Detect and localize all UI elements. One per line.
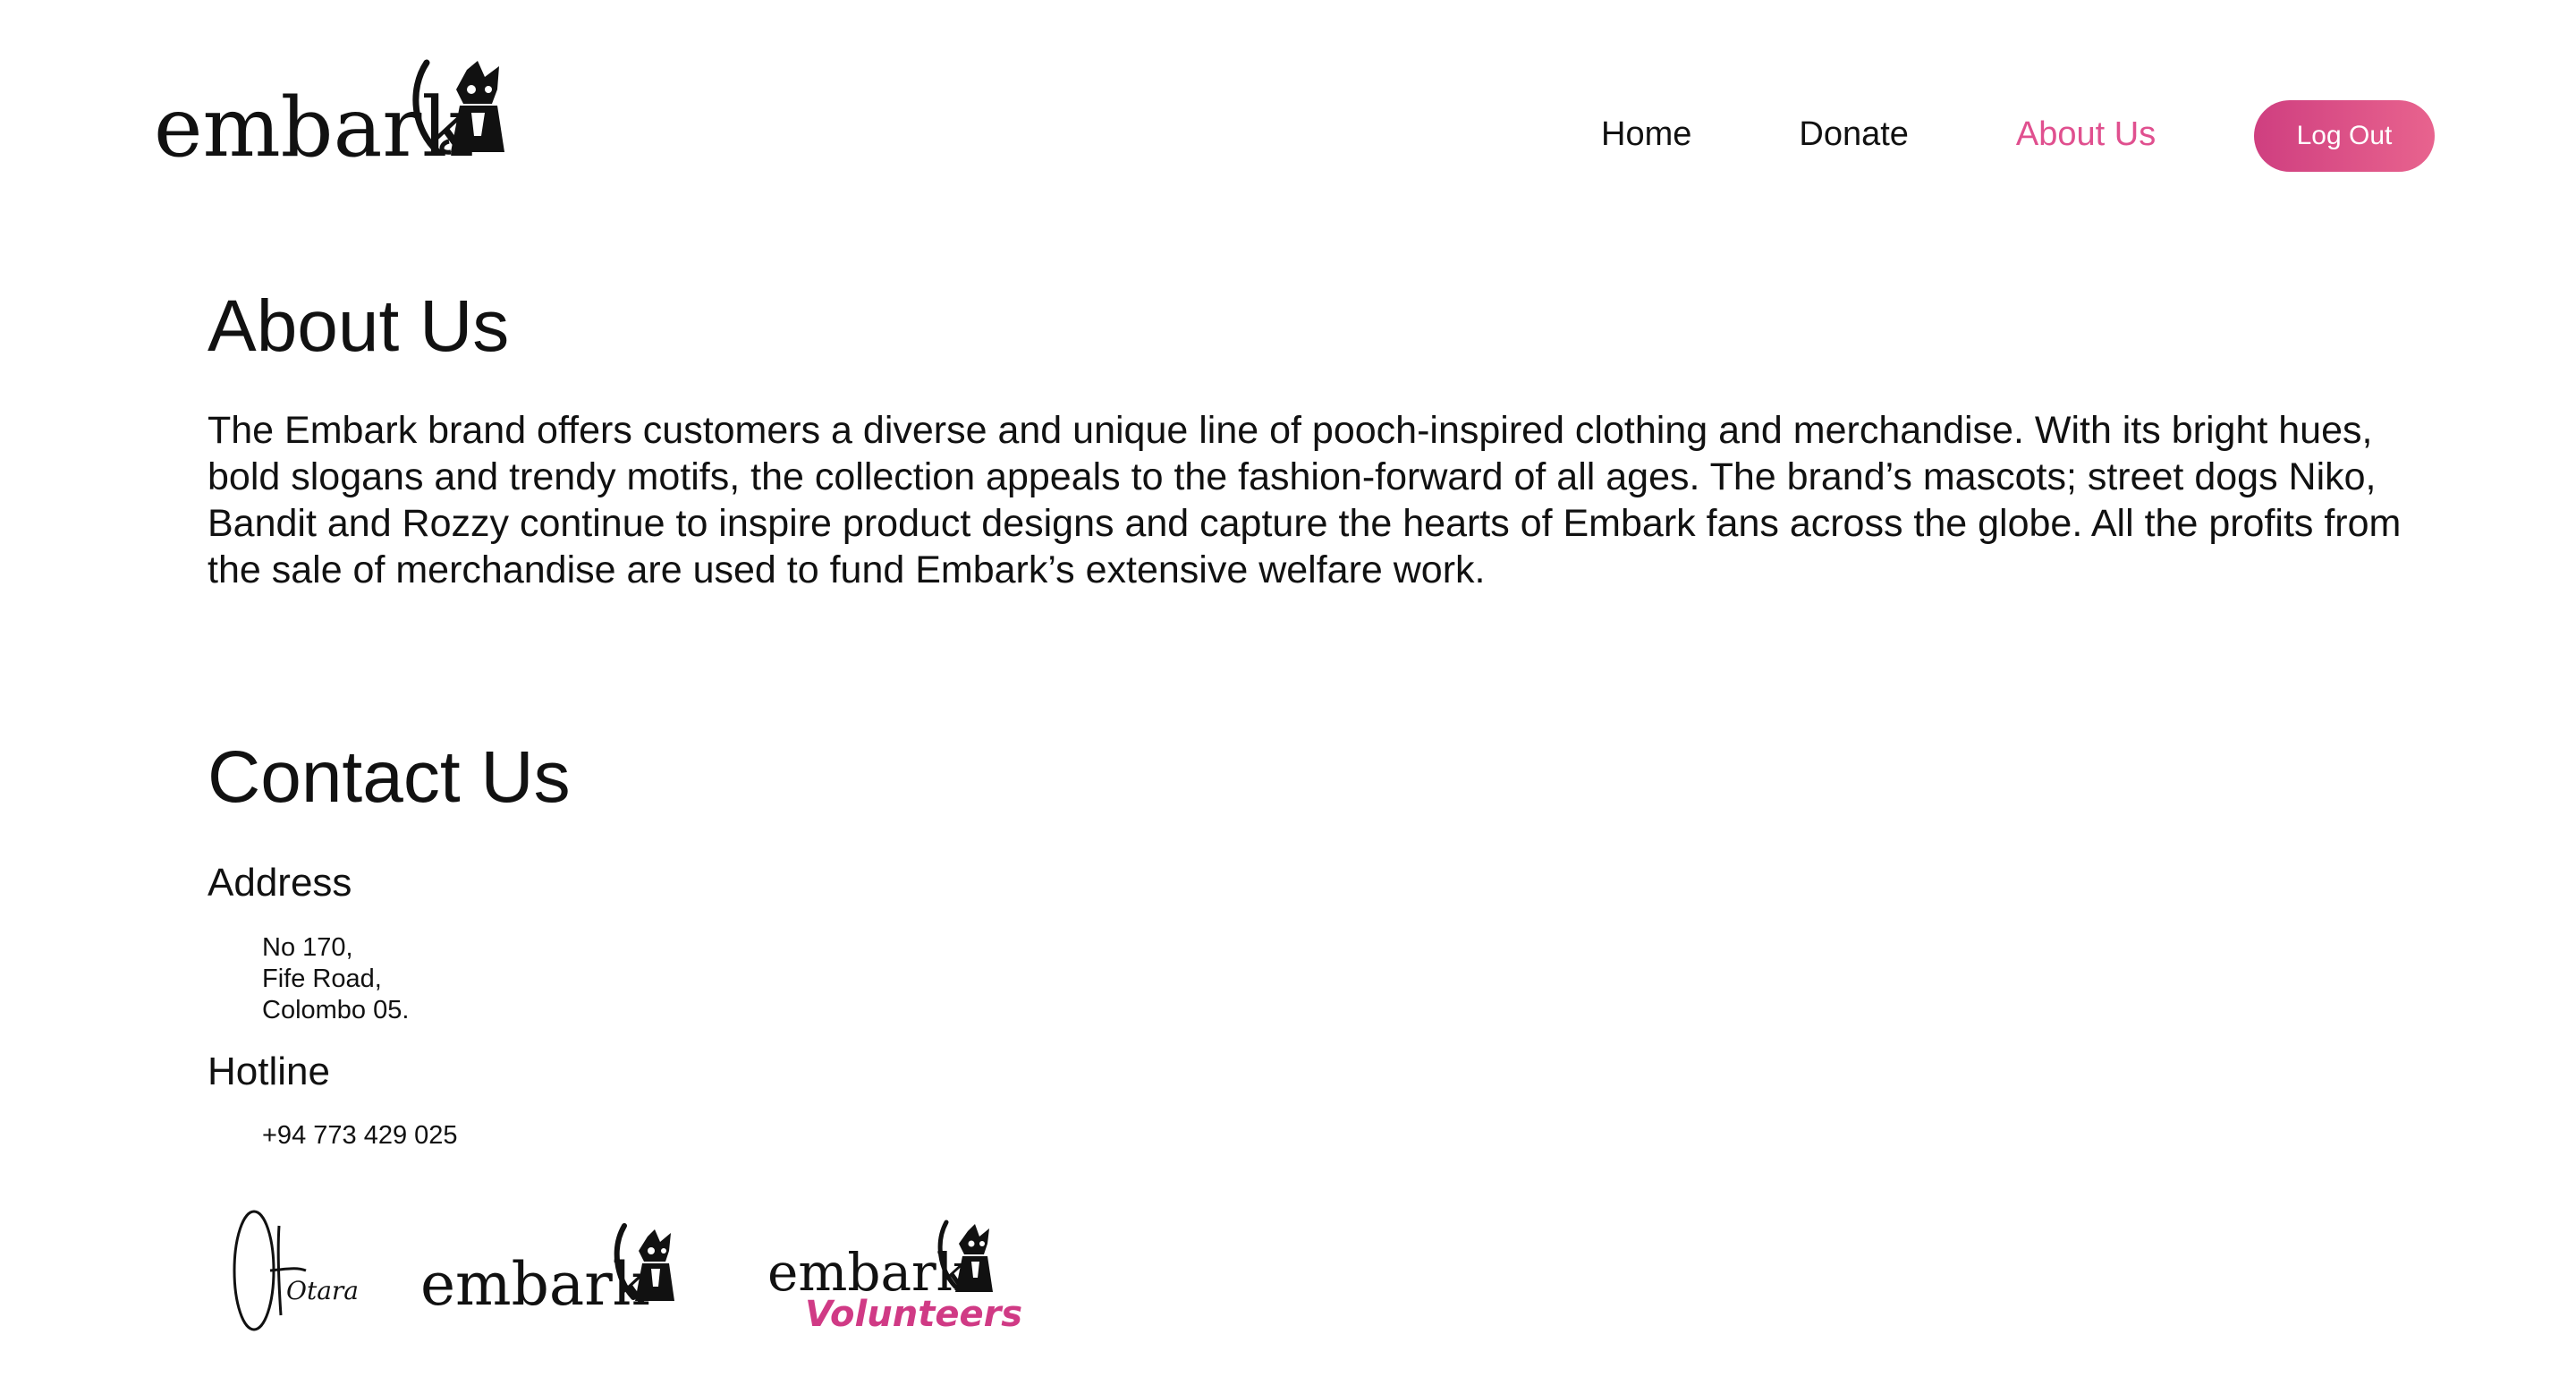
embark-logo[interactable]: embark [154,54,512,168]
footer-logos: Otara embark embark Volunteers [225,1199,1030,1351]
svg-text:Otara: Otara [286,1276,359,1305]
about-page: embark Home Donate About Us Log Out Abou… [0,0,2576,1394]
about-description: The Embark brand offers customers a dive… [208,409,2402,591]
nav-donate-link[interactable]: Donate [1799,115,1909,154]
nav-about-link[interactable]: About Us [2016,115,2156,154]
hotline-label: Hotline [208,1050,330,1093]
hotline-number: +94 773 429 025 [262,1121,458,1150]
address-line: No 170, [262,933,353,962]
address-block: No 170, Fife Road, Colombo 05. [262,932,409,1026]
nav-home-link[interactable]: Home [1601,115,1691,154]
embark-footer-logo: embark [420,1219,698,1322]
embark-volunteers-logo: embark Volunteers [767,1217,1027,1338]
address-label: Address [208,861,352,905]
svg-text:embark: embark [154,80,472,168]
contact-title: Contact Us [208,736,571,818]
main-nav: Home Donate About Us [1601,98,2263,170]
address-line: Fife Road, [262,965,382,993]
otara-signature-logo: Otara [225,1199,360,1338]
logout-button[interactable]: Log Out [2254,100,2435,172]
about-title: About Us [208,285,510,367]
svg-text:Volunteers: Volunteers [805,1294,1022,1333]
address-line: Colombo 05. [262,996,410,1024]
